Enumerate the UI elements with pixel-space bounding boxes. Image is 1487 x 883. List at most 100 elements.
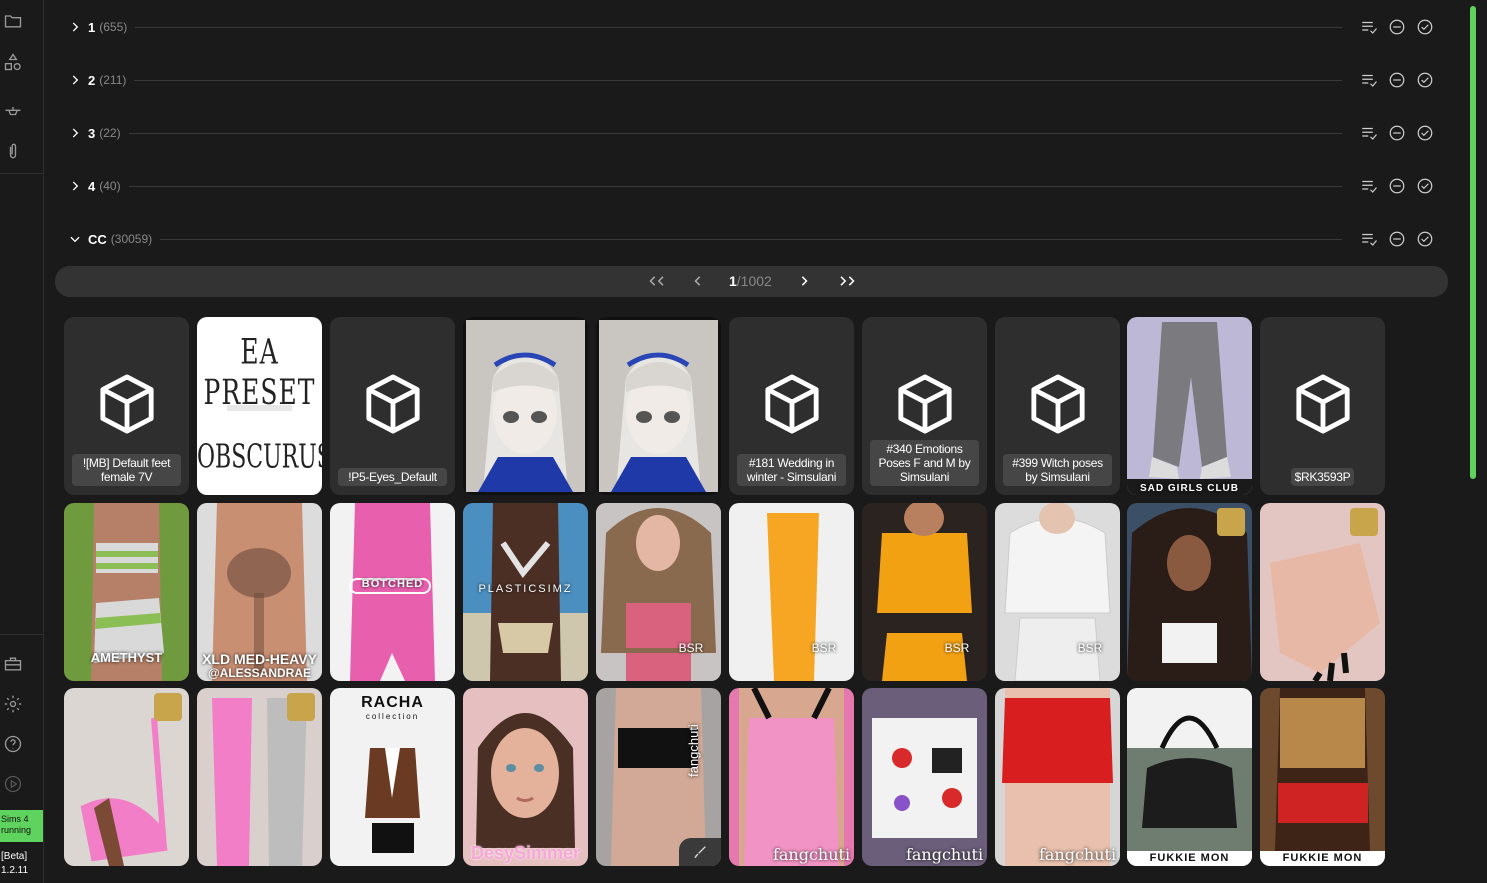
mod-thumbnail [1127, 322, 1252, 495]
group-name: CC [88, 231, 107, 247]
total-pages: /1002 [736, 273, 772, 289]
mod-tile[interactable] [1127, 503, 1252, 681]
mod-thumbnail [1270, 508, 1380, 681]
mod-tile[interactable]: BSR [862, 503, 987, 681]
select-list-icon[interactable] [1358, 69, 1380, 91]
mod-tile[interactable] [197, 688, 322, 866]
mod-tile[interactable]: #340 Emotions Poses F and M by Simsulani [862, 317, 987, 495]
chevron-down-icon[interactable] [66, 230, 84, 248]
first-page-button[interactable] [647, 272, 669, 290]
chevron-right-icon[interactable] [66, 124, 84, 142]
mod-thumbnail [739, 688, 844, 866]
disable-icon[interactable] [1386, 69, 1408, 91]
enable-icon[interactable] [1414, 228, 1436, 250]
thumbnail-caption: SAD GIRLS CLUB [1140, 483, 1239, 494]
mod-thumbnail [599, 320, 718, 492]
mod-tile[interactable]: FUKKIE MON [1260, 688, 1385, 866]
play-icon[interactable] [0, 771, 26, 797]
mod-tile[interactable]: BSR [596, 503, 721, 681]
hanger-icon[interactable] [0, 99, 26, 125]
enable-icon[interactable] [1414, 69, 1436, 91]
mod-tile[interactable] [64, 688, 189, 866]
folder-icon[interactable] [0, 8, 26, 34]
help-icon[interactable] [0, 731, 26, 757]
mod-tile[interactable]: DesySimmer [463, 688, 588, 866]
thumbnail-caption: FUKKIE MON [1149, 852, 1230, 864]
mod-tile[interactable]: #181 Wedding in winter - Simsulani [729, 317, 854, 495]
group-divider [135, 26, 1342, 28]
package-icon [100, 374, 154, 434]
select-list-icon[interactable] [1358, 228, 1380, 250]
edit-brush-button[interactable] [679, 838, 721, 866]
group-row-cc[interactable]: CC (30059) [66, 224, 1436, 254]
mod-name: #181 Wedding in winter - Simsulani [737, 454, 846, 486]
mod-tile[interactable]: BOTCHED [330, 503, 455, 681]
mod-tile[interactable]: fangchuti [729, 688, 854, 866]
disable-icon[interactable] [1386, 175, 1408, 197]
enable-icon[interactable] [1414, 122, 1436, 144]
mod-tile[interactable] [463, 317, 588, 495]
group-name: 4 [88, 178, 96, 194]
thumbnail-caption: fangchuti [905, 845, 984, 864]
mod-thumbnail [872, 718, 977, 838]
toolbox-icon[interactable] [0, 651, 26, 677]
package-icon [1031, 374, 1085, 434]
chevron-right-icon[interactable] [66, 177, 84, 195]
mod-tile[interactable]: #399 Witch poses by Simsulani [995, 317, 1120, 495]
package-icon [366, 374, 420, 434]
group-row-2[interactable]: 2 (211) [66, 65, 1436, 95]
scrollbar-thumb[interactable] [1470, 6, 1476, 479]
thumbnail-caption: BSR [1077, 641, 1103, 655]
mod-tile[interactable]: $RK3593P [1260, 317, 1385, 495]
thumbnail-caption: AMETHYST [90, 650, 163, 665]
mod-thumbnail [1260, 688, 1385, 866]
select-list-icon[interactable] [1358, 175, 1380, 197]
disable-icon[interactable] [1386, 16, 1408, 38]
mod-tile[interactable]: !P5-Eyes_Default [330, 317, 455, 495]
thumbnail-caption: BSR [678, 641, 704, 655]
mod-tile[interactable]: fangchuti [862, 688, 987, 866]
package-icon [898, 374, 952, 434]
group-count: (211) [99, 73, 127, 87]
enable-icon[interactable] [1414, 175, 1436, 197]
group-row-1[interactable]: 1 (655) [66, 12, 1436, 42]
select-list-icon[interactable] [1358, 16, 1380, 38]
enable-icon[interactable] [1414, 16, 1436, 38]
chevron-right-icon[interactable] [66, 18, 84, 36]
mod-tile[interactable]: PLASTICSIMZ [463, 503, 588, 681]
game-status-line1: Sims 4 [1, 814, 29, 824]
mod-tile[interactable]: RACHA collection [330, 688, 455, 866]
main-content: 1 (655) 2 (211) 3 (22) 4 (40) CC (30059) [44, 0, 1464, 883]
mod-tile[interactable]: AMETHYST [64, 503, 189, 681]
mod-thumbnail [1127, 688, 1252, 866]
group-name: 2 [88, 72, 96, 88]
mod-tile[interactable]: BSR [729, 503, 854, 681]
mod-tile[interactable] [1260, 503, 1385, 681]
group-row-3[interactable]: 3 (22) [66, 118, 1436, 148]
group-divider [128, 132, 1342, 134]
mod-tile[interactable]: XLD MED-HEAVY @ALESSANDRAE [197, 503, 322, 681]
mod-tile[interactable]: fangchuti [596, 688, 721, 866]
mod-tile[interactable] [596, 317, 721, 495]
prev-page-button[interactable] [691, 272, 705, 290]
thumbnail-caption: XLD MED-HEAVY [202, 651, 317, 667]
gear-icon[interactable] [0, 691, 26, 717]
paperclip-icon[interactable] [0, 138, 26, 164]
mod-tile[interactable]: fangchuti [995, 688, 1120, 866]
disable-icon[interactable] [1386, 122, 1408, 144]
mod-tile[interactable]: EA PRESET OBSCURUS [197, 317, 322, 495]
mod-tile[interactable]: BSR [995, 503, 1120, 681]
chevron-right-icon[interactable] [66, 71, 84, 89]
group-row-4[interactable]: 4 (40) [66, 171, 1436, 201]
mod-tile[interactable]: ![MB] Default feet female 7V [64, 317, 189, 495]
mod-tile[interactable]: FUKKIE MON [1127, 688, 1252, 866]
disable-icon[interactable] [1386, 228, 1408, 250]
select-list-icon[interactable] [1358, 122, 1380, 144]
thumbnail-caption: BSR [944, 641, 970, 655]
shapes-icon[interactable] [0, 49, 26, 75]
mod-tile[interactable]: SAD GIRLS CLUB [1127, 317, 1252, 495]
thumbnail-divider [227, 405, 292, 411]
next-page-button[interactable] [797, 272, 811, 290]
last-page-button[interactable] [835, 272, 857, 290]
group-divider [134, 79, 1342, 81]
